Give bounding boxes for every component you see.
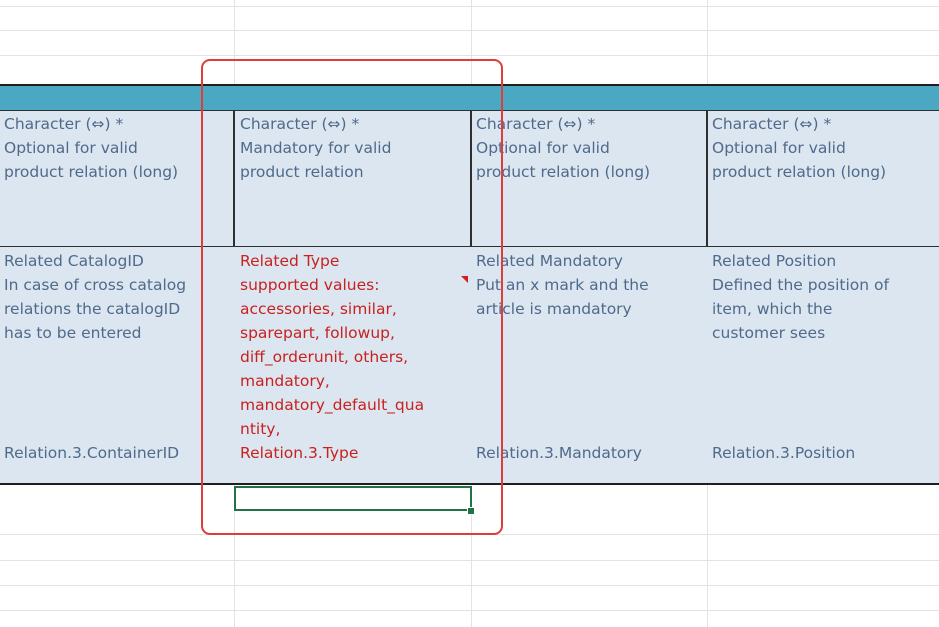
column-divider bbox=[233, 111, 235, 246]
description-cell-related-catalogid[interactable]: Related CatalogID In case of cross catal… bbox=[4, 249, 232, 345]
description-cell-related-position[interactable]: Related Position Defined the position of… bbox=[712, 249, 939, 345]
description-cell-related-type[interactable]: Related Type supported values: accessori… bbox=[240, 249, 468, 441]
column-divider bbox=[470, 111, 472, 246]
gridline bbox=[0, 30, 939, 31]
description-cell-related-mandatory[interactable]: Related Mandatory Put an x mark and the … bbox=[476, 249, 704, 321]
field-cell-position[interactable]: Relation.3.Position bbox=[712, 441, 939, 465]
header-cell-related-type[interactable]: Character (⇔) * Mandatory for valid prod… bbox=[240, 112, 468, 184]
gridline bbox=[0, 585, 939, 586]
header-cell-related-catalogid[interactable]: Character (⇔) * Optional for valid produ… bbox=[4, 112, 232, 184]
gridline bbox=[0, 610, 939, 611]
gridline bbox=[0, 534, 939, 535]
header-band-row[interactable] bbox=[0, 84, 939, 111]
gridline bbox=[0, 55, 939, 56]
fill-handle[interactable] bbox=[467, 507, 475, 515]
field-cell-container-id[interactable]: Relation.3.ContainerID bbox=[4, 441, 232, 465]
gridline bbox=[0, 560, 939, 561]
row-divider bbox=[0, 246, 939, 247]
selected-cell[interactable] bbox=[234, 486, 472, 511]
header-cell-related-position[interactable]: Character (⇔) * Optional for valid produ… bbox=[712, 112, 939, 184]
header-cell-related-mandatory[interactable]: Character (⇔) * Optional for valid produ… bbox=[476, 112, 704, 184]
column-divider bbox=[706, 111, 708, 246]
comment-indicator-icon[interactable] bbox=[461, 276, 468, 283]
gridline bbox=[0, 6, 939, 7]
field-cell-mandatory[interactable]: Relation.3.Mandatory bbox=[476, 441, 704, 465]
field-cell-type[interactable]: Relation.3.Type bbox=[240, 441, 468, 465]
